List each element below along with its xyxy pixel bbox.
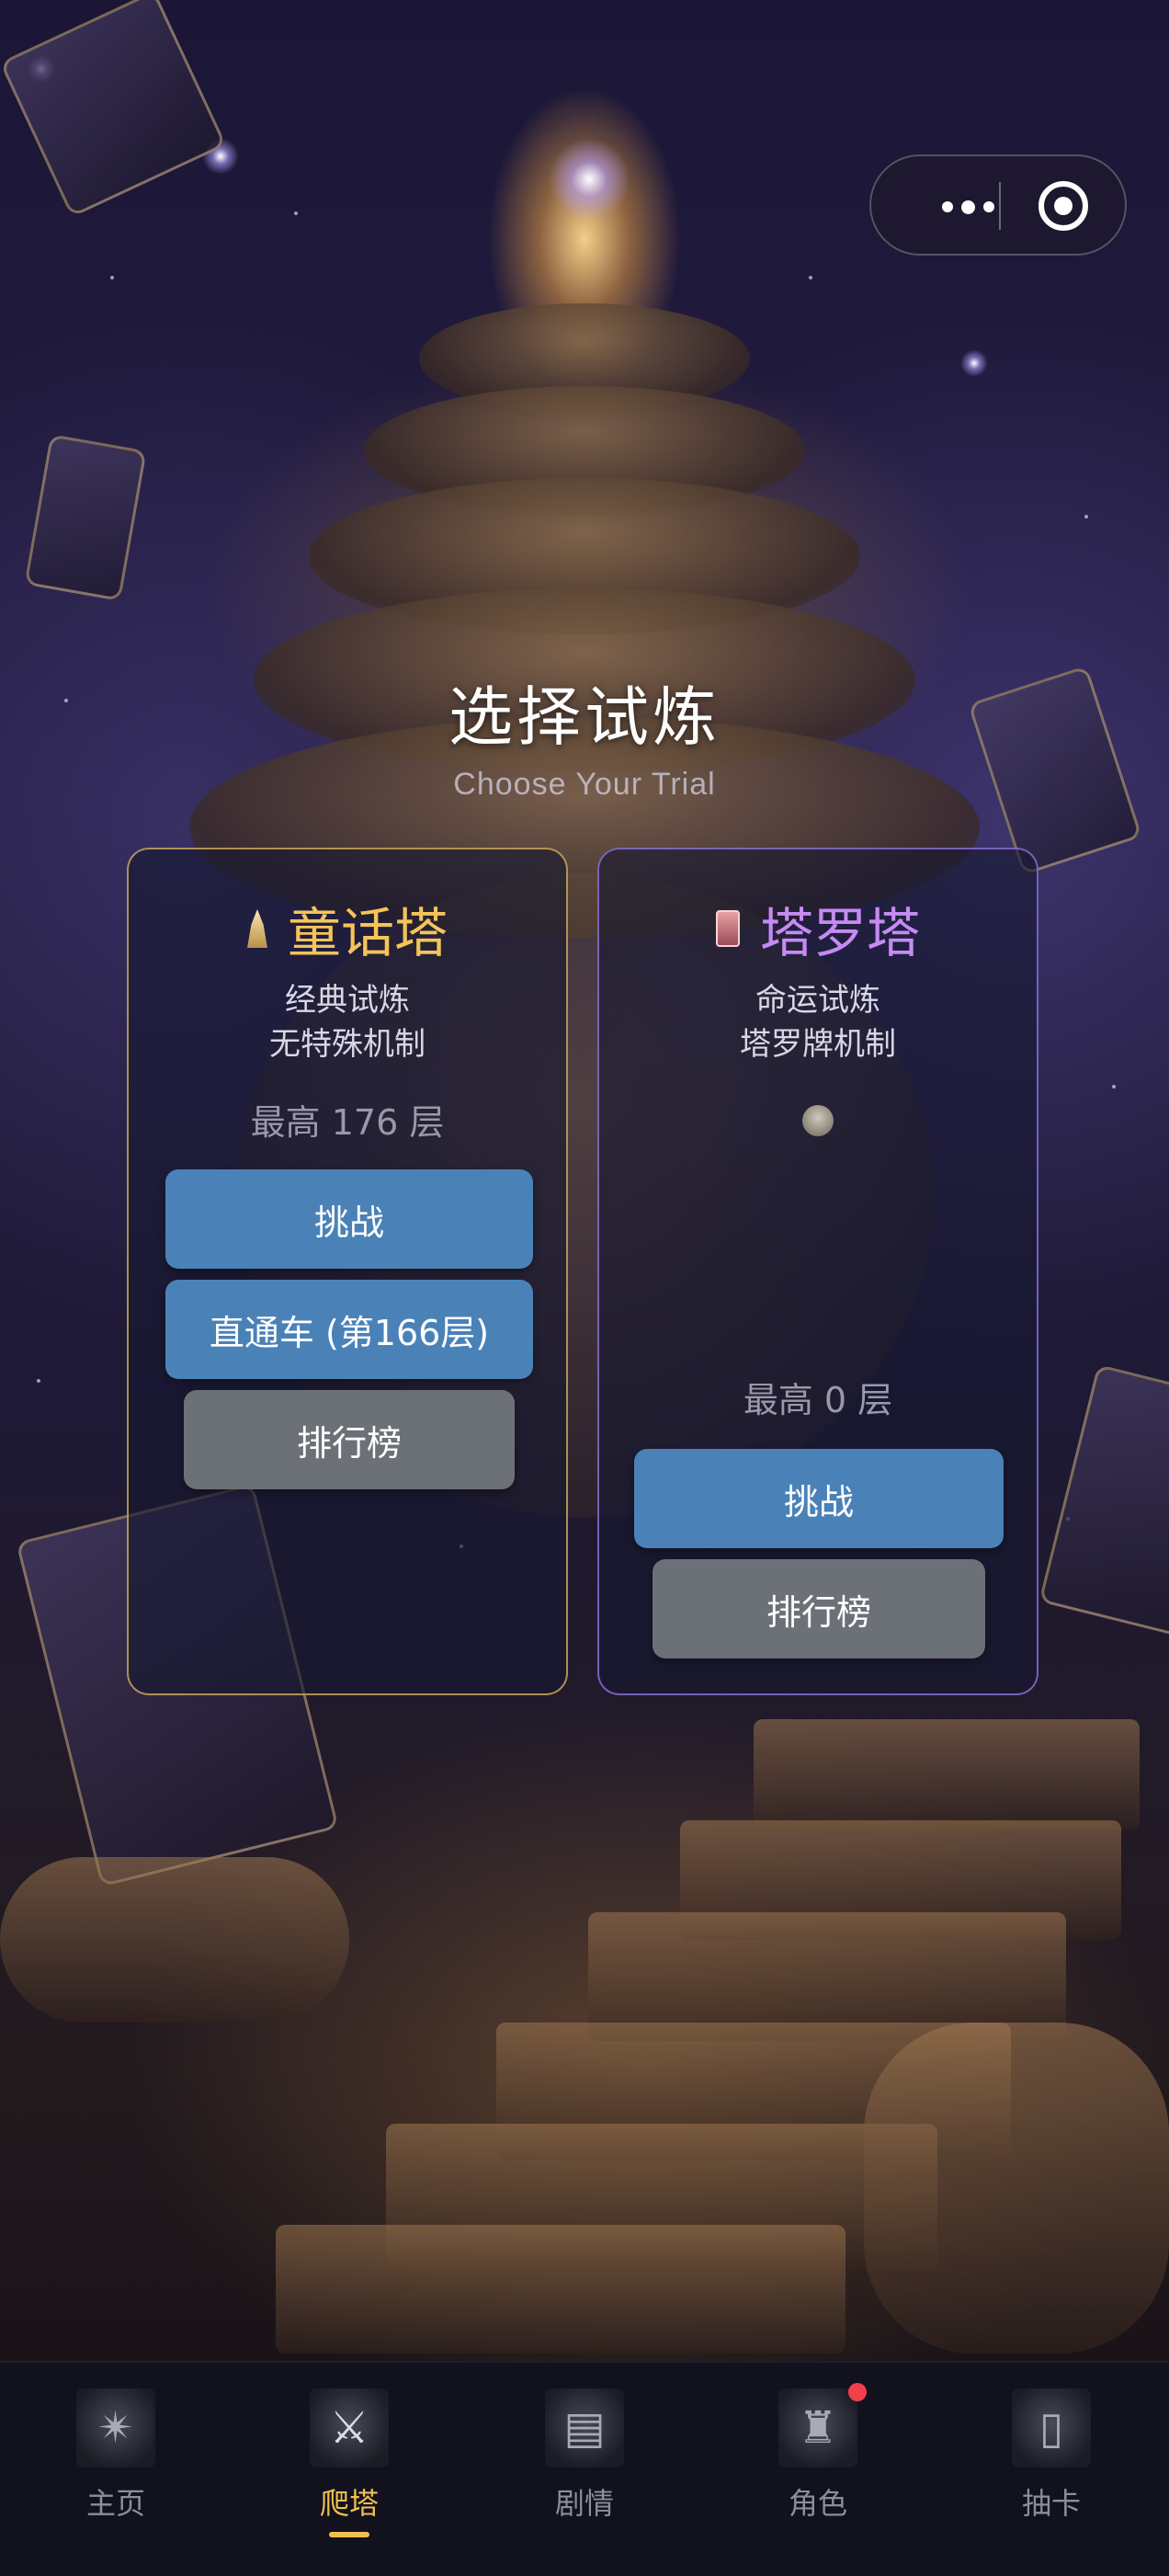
tower-desc-1: 经典试炼 [285, 982, 410, 1019]
tab-label: 主页 [85, 2486, 145, 2521]
best-floor: 最高 176 层 [250, 1102, 445, 1143]
best-floor: 最高 0 层 [743, 1380, 893, 1420]
more-dots-icon[interactable] [917, 180, 1018, 234]
card-deck-icon: ▯ [1012, 2388, 1091, 2468]
hooded-figure-icon: ♜ [778, 2383, 867, 2468]
page-title: 选择试炼 [448, 679, 721, 755]
notification-badge [848, 2383, 867, 2401]
tab-home[interactable]: ✴ 主页 [42, 2388, 189, 2554]
tarot-card-icon [715, 910, 740, 947]
challenge-button[interactable]: 挑战 [165, 1169, 533, 1269]
obscured-mechanic-title [599, 1105, 1037, 1136]
page-subtitle: Choose Your Trial [453, 767, 716, 802]
tower-desc-1: 命运试炼 [755, 982, 880, 1019]
tab-character[interactable]: ♜ 角色 [744, 2383, 891, 2554]
ranking-button[interactable]: 排行榜 [653, 1559, 985, 1658]
tower-card-tarot: 塔罗塔 命运试炼 塔罗牌机制 最高 0 层 挑战 排行榜 [597, 848, 1038, 1695]
tower-card-fairytale: 童话塔 经典试炼 无特殊机制 最高 176 层 挑战 直通车 (第166层) 排… [127, 848, 568, 1695]
tab-label: 爬塔 [319, 2486, 379, 2521]
ranking-button[interactable]: 排行榜 [184, 1390, 515, 1489]
tower-card-title: 塔罗塔 [599, 890, 1037, 967]
tower-desc-2: 塔罗牌机制 [740, 1026, 896, 1063]
tower-icon [246, 909, 267, 948]
tab-label: 抽卡 [1021, 2486, 1081, 2521]
tab-story[interactable]: ▤ 剧情 [511, 2388, 658, 2554]
challenge-button[interactable]: 挑战 [634, 1449, 1004, 1548]
tower-name: 童话塔 [287, 902, 448, 964]
bottom-tab-bar: ✴ 主页 ⚔ 爬塔 ▤ 剧情 ♜ 角色 ▯ 抽卡 [0, 2361, 1169, 2576]
book-icon: ▤ [545, 2388, 624, 2468]
tab-label: 剧情 [554, 2486, 614, 2521]
tower-card-title: 童话塔 [129, 890, 566, 967]
crossed-swords-icon: ⚔ [310, 2388, 389, 2468]
tower-desc-2: 无特殊机制 [269, 1026, 426, 1063]
tab-tower[interactable]: ⚔ 爬塔 [276, 2388, 423, 2554]
capsule-divider [999, 182, 1001, 230]
tower-name: 塔罗塔 [759, 902, 920, 964]
skull-icon [802, 1105, 834, 1136]
active-tab-indicator [329, 2532, 369, 2537]
target-icon[interactable] [1038, 181, 1088, 231]
mini-program-capsule [869, 154, 1127, 256]
tab-label: 角色 [788, 2486, 847, 2521]
tab-gacha[interactable]: ▯ 抽卡 [978, 2388, 1125, 2554]
express-button[interactable]: 直通车 (第166层) [165, 1280, 533, 1379]
compass-icon: ✴ [76, 2388, 155, 2468]
